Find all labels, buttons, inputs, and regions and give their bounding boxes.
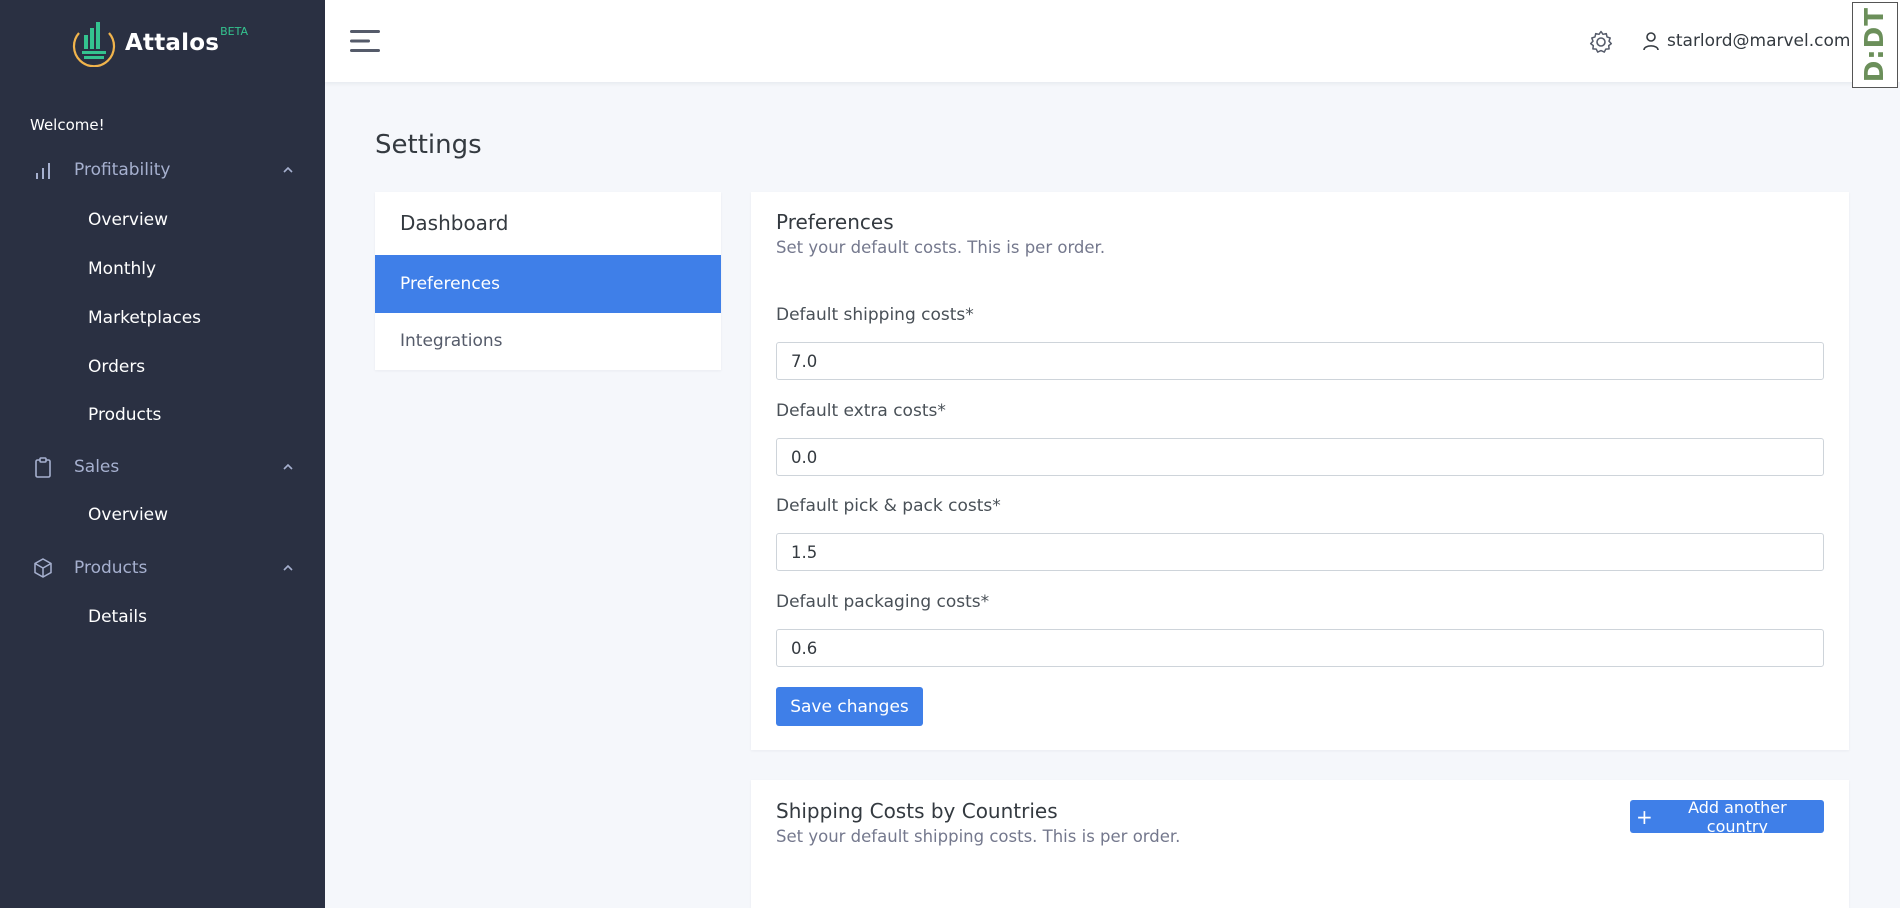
nav-group-sales[interactable]: Sales <box>0 447 325 487</box>
menu-item-label: Integrations <box>400 331 503 351</box>
clipboard-icon <box>35 457 51 478</box>
shipping-costs-label: Default shipping costs* <box>776 305 974 325</box>
save-changes-button[interactable]: Save changes <box>776 687 923 726</box>
chevron-up-icon <box>283 463 293 470</box>
packaging-costs-input[interactable] <box>776 629 1824 667</box>
pick-pack-costs-label: Default pick & pack costs* <box>776 496 1001 516</box>
page-title: Settings <box>375 130 482 160</box>
user-email: starlord@marvel.com <box>1667 31 1851 51</box>
settings-menu: Dashboard Preferences Integrations <box>375 192 721 370</box>
bar-chart-icon <box>36 163 50 179</box>
settings-menu-title: Dashboard <box>400 211 509 235</box>
packaging-costs-label: Default packaging costs* <box>776 592 990 612</box>
preferences-subtitle: Set your default costs. This is per orde… <box>776 238 1106 257</box>
ddt-badge[interactable]: D:DT <box>1852 2 1898 88</box>
nav-item-details[interactable]: Details <box>88 607 147 627</box>
shipping-costs-input[interactable] <box>776 342 1824 380</box>
beta-badge: BETA <box>220 24 248 38</box>
sidebar: Attalos BETA Welcome! Profitability Over… <box>0 0 325 908</box>
gear-icon[interactable] <box>1588 29 1614 55</box>
brand[interactable]: Attalos BETA <box>70 18 248 68</box>
chevron-up-icon <box>283 166 293 173</box>
nav-item-sales-overview[interactable]: Overview <box>88 505 168 525</box>
logo-icon <box>72 22 116 67</box>
shipping-title: Shipping Costs by Countries <box>776 799 1058 823</box>
settings-menu-preferences[interactable]: Preferences <box>375 255 721 313</box>
brand-name: Attalos <box>125 30 220 56</box>
user-icon <box>1643 32 1659 51</box>
preferences-title: Preferences <box>776 210 894 234</box>
shipping-subtitle: Set your default shipping costs. This is… <box>776 827 1181 846</box>
nav-group-label: Profitability <box>74 160 171 180</box>
cube-icon <box>34 558 52 578</box>
nav-item-monthly[interactable]: Monthly <box>88 259 156 279</box>
welcome-text: Welcome! <box>30 116 105 134</box>
nav-group-products[interactable]: Products <box>0 548 325 588</box>
nav-group-profitability[interactable]: Profitability <box>0 150 325 190</box>
nav-item-products[interactable]: Products <box>88 405 161 425</box>
add-country-button[interactable]: + Add another country <box>1630 797 1824 836</box>
pick-pack-costs-input[interactable] <box>776 533 1824 571</box>
extra-costs-label: Default extra costs* <box>776 401 946 421</box>
user-menu[interactable]: starlord@marvel.com <box>1641 27 1868 55</box>
add-country-label: Add another country <box>1688 797 1787 836</box>
menu-item-label: Preferences <box>400 274 500 294</box>
settings-menu-integrations[interactable]: Integrations <box>375 312 721 370</box>
ddt-badge-text: D:DT <box>1860 7 1890 83</box>
menu-toggle-icon[interactable] <box>349 28 381 54</box>
nav-item-orders[interactable]: Orders <box>88 357 145 377</box>
extra-costs-input[interactable] <box>776 438 1824 476</box>
nav-item-marketplaces[interactable]: Marketplaces <box>88 308 201 328</box>
plus-icon: + <box>1636 804 1653 829</box>
topbar: starlord@marvel.com <box>325 0 1900 82</box>
nav-item-overview[interactable]: Overview <box>88 210 168 230</box>
preferences-card: Preferences Set your default costs. This… <box>751 192 1849 750</box>
chevron-up-icon <box>283 564 293 571</box>
shipping-costs-card: Shipping Costs by Countries Set your def… <box>751 780 1849 908</box>
nav-group-label: Sales <box>74 457 120 477</box>
nav-group-label: Products <box>74 558 148 578</box>
